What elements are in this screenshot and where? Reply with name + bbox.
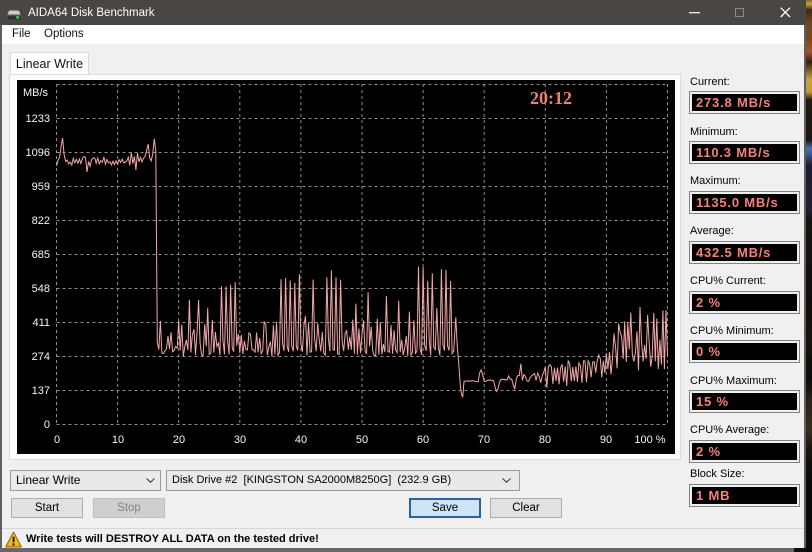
svg-text:70: 70 xyxy=(478,434,490,446)
svg-text:MB/s: MB/s xyxy=(23,87,49,99)
svg-text:50: 50 xyxy=(356,434,368,446)
svg-text:822: 822 xyxy=(32,215,50,227)
svg-text:0: 0 xyxy=(44,419,50,431)
svg-text:0: 0 xyxy=(54,434,60,446)
svg-text:959: 959 xyxy=(32,181,50,193)
svg-text:10: 10 xyxy=(112,434,124,446)
svg-text:30: 30 xyxy=(234,434,246,446)
svg-text:548: 548 xyxy=(32,283,50,295)
svg-text:685: 685 xyxy=(32,249,50,261)
svg-text:274: 274 xyxy=(32,351,50,363)
svg-text:137: 137 xyxy=(32,385,50,397)
svg-text:90: 90 xyxy=(600,434,612,446)
svg-text:20: 20 xyxy=(173,434,185,446)
svg-text:100 %: 100 % xyxy=(634,434,665,446)
svg-text:411: 411 xyxy=(32,317,50,329)
svg-text:20:12: 20:12 xyxy=(530,88,572,108)
svg-text:40: 40 xyxy=(295,434,307,446)
svg-text:60: 60 xyxy=(417,434,429,446)
svg-text:1233: 1233 xyxy=(26,113,50,125)
svg-text:1096: 1096 xyxy=(26,147,50,159)
svg-text:80: 80 xyxy=(539,434,551,446)
